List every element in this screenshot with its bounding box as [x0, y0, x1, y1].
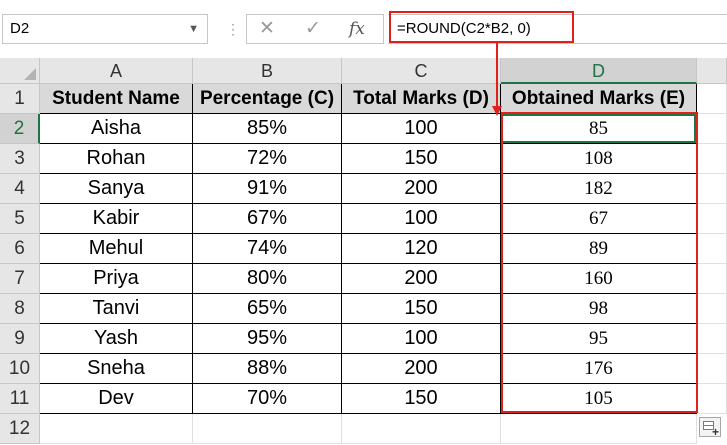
- row-header-4[interactable]: 4: [0, 174, 40, 204]
- table-cell[interactable]: 91%: [193, 174, 342, 204]
- table-cell[interactable]: 85: [501, 114, 697, 144]
- empty-cell[interactable]: [501, 414, 697, 444]
- row-header-1[interactable]: 1: [0, 84, 40, 114]
- table-cell[interactable]: 67: [501, 204, 697, 234]
- row-header-8[interactable]: 8: [0, 294, 40, 324]
- formula-bar-area: D2 ▼ ⋮ ✕ ✓ fx =ROUND(C2*B2, 0): [0, 0, 727, 58]
- table-cell[interactable]: Rohan: [40, 144, 193, 174]
- table-cell[interactable]: 200: [342, 174, 501, 204]
- empty-cell[interactable]: [697, 84, 727, 114]
- empty-cell[interactable]: [697, 354, 727, 384]
- empty-cell[interactable]: [697, 324, 727, 354]
- table-cell[interactable]: Yash: [40, 324, 193, 354]
- empty-cell[interactable]: [697, 294, 727, 324]
- table-cell[interactable]: 150: [342, 294, 501, 324]
- select-all-triangle-icon: [24, 68, 36, 80]
- formula-input[interactable]: =ROUND(C2*B2, 0): [388, 14, 727, 44]
- row-header-10[interactable]: 10: [0, 354, 40, 384]
- column-header-b[interactable]: B: [193, 58, 342, 84]
- table-cell[interactable]: 95%: [193, 324, 342, 354]
- table-cell[interactable]: 120: [342, 234, 501, 264]
- table-cell[interactable]: Priya: [40, 264, 193, 294]
- table-cell[interactable]: 200: [342, 264, 501, 294]
- table-cell[interactable]: Dev: [40, 384, 193, 414]
- row-header-12[interactable]: 12: [0, 414, 40, 444]
- empty-cell[interactable]: [697, 114, 727, 144]
- formula-text: =ROUND(C2*B2, 0): [397, 20, 531, 37]
- row-header-7[interactable]: 7: [0, 264, 40, 294]
- empty-cell[interactable]: [697, 204, 727, 234]
- table-cell[interactable]: 67%: [193, 204, 342, 234]
- row-header-6[interactable]: 6: [0, 234, 40, 264]
- paste-options-plus: +: [711, 425, 719, 439]
- cancel-icon[interactable]: ✕: [259, 15, 275, 43]
- column-header-d[interactable]: D: [501, 58, 697, 84]
- select-all-corner[interactable]: [0, 58, 40, 84]
- row-header-11[interactable]: 11: [0, 384, 40, 414]
- table-header-cell[interactable]: Student Name: [40, 84, 193, 114]
- table-cell[interactable]: 160: [501, 264, 697, 294]
- empty-cell[interactable]: [342, 414, 501, 444]
- empty-cell[interactable]: [697, 264, 727, 294]
- table-cell[interactable]: 98: [501, 294, 697, 324]
- formula-buttons: ✕ ✓ fx: [246, 14, 384, 44]
- table-cell[interactable]: 72%: [193, 144, 342, 174]
- name-box[interactable]: D2 ▼: [2, 14, 208, 44]
- table-cell[interactable]: 85%: [193, 114, 342, 144]
- empty-cell[interactable]: [697, 144, 727, 174]
- column-header-next[interactable]: [697, 58, 727, 84]
- empty-cell[interactable]: [697, 234, 727, 264]
- table-cell[interactable]: 74%: [193, 234, 342, 264]
- table-cell[interactable]: 89: [501, 234, 697, 264]
- table-cell[interactable]: 200: [342, 354, 501, 384]
- empty-cell[interactable]: [193, 414, 342, 444]
- table-cell[interactable]: Tanvi: [40, 294, 193, 324]
- name-box-dropdown-icon[interactable]: ▼: [188, 15, 199, 43]
- table-cell[interactable]: 95: [501, 324, 697, 354]
- table-cell[interactable]: 70%: [193, 384, 342, 414]
- table-cell[interactable]: 108: [501, 144, 697, 174]
- table-header-cell[interactable]: Total Marks (D): [342, 84, 501, 114]
- table-cell[interactable]: Sanya: [40, 174, 193, 204]
- table-cell[interactable]: 182: [501, 174, 697, 204]
- row-header-5[interactable]: 5: [0, 204, 40, 234]
- table-cell[interactable]: Kabir: [40, 204, 193, 234]
- table-cell[interactable]: 150: [342, 384, 501, 414]
- formula-bar-grip-icon[interactable]: ⋮: [226, 16, 241, 42]
- name-box-value: D2: [10, 20, 30, 37]
- empty-cell[interactable]: [697, 384, 727, 414]
- column-header-c[interactable]: C: [342, 58, 501, 84]
- table-cell[interactable]: 80%: [193, 264, 342, 294]
- table-cell[interactable]: 105: [501, 384, 697, 414]
- table-cell[interactable]: Mehul: [40, 234, 193, 264]
- empty-cell[interactable]: [40, 414, 193, 444]
- table-cell[interactable]: 176: [501, 354, 697, 384]
- table-cell[interactable]: 100: [342, 204, 501, 234]
- table-cell[interactable]: Aisha: [40, 114, 193, 144]
- row-header-2[interactable]: 2: [0, 114, 40, 144]
- column-header-a[interactable]: A: [40, 58, 193, 84]
- insert-function-icon[interactable]: fx: [349, 15, 365, 43]
- table-cell[interactable]: 150: [342, 144, 501, 174]
- table-header-cell[interactable]: Percentage (C): [193, 84, 342, 114]
- row-header-3[interactable]: 3: [0, 144, 40, 174]
- table-cell[interactable]: Sneha: [40, 354, 193, 384]
- table-cell[interactable]: 100: [342, 324, 501, 354]
- table-header-cell[interactable]: Obtained Marks (E): [501, 84, 697, 114]
- table-cell[interactable]: 100: [342, 114, 501, 144]
- enter-icon[interactable]: ✓: [305, 15, 321, 43]
- paste-options-icon[interactable]: +: [699, 417, 721, 439]
- empty-cell[interactable]: [697, 174, 727, 204]
- table-cell[interactable]: 65%: [193, 294, 342, 324]
- row-header-9[interactable]: 9: [0, 324, 40, 354]
- table-cell[interactable]: 88%: [193, 354, 342, 384]
